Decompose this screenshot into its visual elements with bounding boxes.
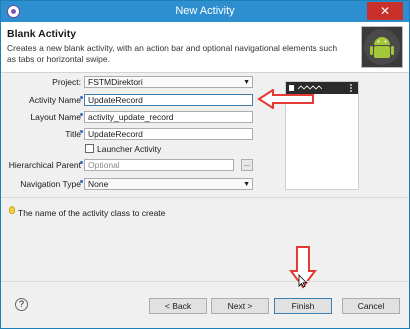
android-logo-icon: [361, 26, 403, 68]
finish-button[interactable]: Finish: [274, 298, 332, 314]
hint-text: The name of the activity class to create: [18, 208, 166, 218]
launcher-activity-checkbox[interactable]: [85, 144, 94, 153]
title-bar: New Activity ✕: [1, 1, 409, 22]
divider: [1, 197, 409, 198]
activity-name-label: Activity Name: [29, 95, 81, 105]
help-icon[interactable]: ?: [15, 298, 28, 311]
navigation-type-select[interactable]: None ▼: [84, 178, 253, 190]
close-button[interactable]: ✕: [367, 2, 403, 20]
header-title: Blank Activity: [7, 28, 77, 40]
project-select[interactable]: FSTMDirektori ▼: [84, 76, 253, 88]
new-activity-window: New Activity ✕ Blank Activity Creates a …: [0, 0, 410, 329]
info-icon: [80, 113, 83, 116]
layout-name-field[interactable]: activity_update_record: [84, 111, 253, 123]
annotation-arrow-icon: [257, 88, 315, 110]
project-label: Project:: [52, 77, 81, 87]
lightbulb-icon: [9, 206, 15, 214]
divider: [1, 281, 409, 282]
header-description: Creates a new blank activity, with an ac…: [7, 43, 338, 64]
mouse-cursor-icon: [298, 274, 308, 288]
info-icon: [80, 130, 83, 133]
back-button[interactable]: < Back: [149, 298, 207, 314]
title-field[interactable]: UpdateRecord: [84, 128, 253, 140]
navigation-type-value: None: [88, 179, 109, 189]
browse-button[interactable]: ...: [241, 159, 253, 171]
cancel-button[interactable]: Cancel: [342, 298, 400, 314]
layout-name-label: Layout Name: [30, 112, 81, 122]
navigation-type-label: Navigation Type: [20, 179, 81, 189]
wizard-header: Blank Activity Creates a new blank activ…: [1, 22, 409, 73]
project-value: FSTMDirektori: [88, 77, 143, 87]
info-icon: [80, 180, 83, 183]
launcher-activity-label: Launcher Activity: [97, 144, 162, 154]
info-icon: [80, 161, 83, 164]
activity-name-field[interactable]: UpdateRecord: [84, 94, 253, 106]
info-icon: [80, 96, 83, 99]
title-label: Title: [65, 129, 81, 139]
window-title: New Activity: [175, 5, 235, 17]
next-button[interactable]: Next >: [211, 298, 269, 314]
dropdown-arrow-icon: ▼: [243, 79, 250, 86]
dropdown-arrow-icon: ▼: [243, 181, 250, 188]
hierarchical-parent-field[interactable]: Optional: [84, 159, 234, 171]
hierarchical-parent-label: Hierarchical Parent: [8, 160, 81, 170]
